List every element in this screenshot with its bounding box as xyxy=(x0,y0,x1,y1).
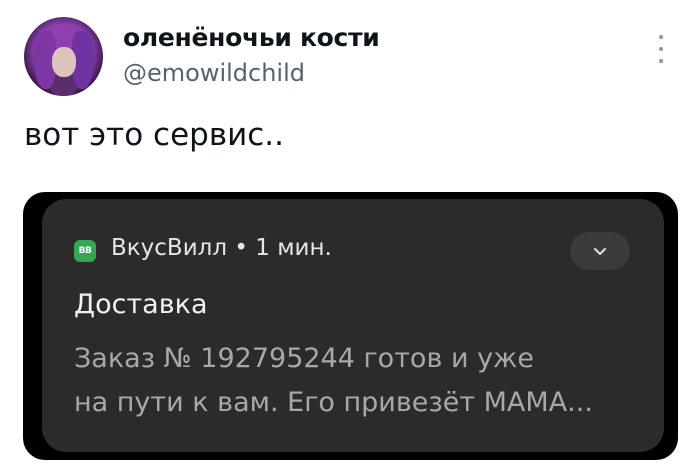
notification-time: 1 мин. xyxy=(255,235,332,261)
vkusvill-app-icon: ВВ xyxy=(74,240,96,262)
author-handle[interactable]: @emowildchild xyxy=(123,59,305,87)
chevron-down-icon xyxy=(594,247,606,255)
author-display-name[interactable]: оленёночьи кости xyxy=(123,23,380,52)
notification-app-line: ВкусВилл • 1 мин. xyxy=(111,235,332,261)
notification-body: Заказ № 192795244 готов и уже на пути к … xyxy=(74,337,644,425)
more-vertical-icon[interactable] xyxy=(655,35,667,63)
separator-dot: • xyxy=(234,235,248,261)
expand-button[interactable] xyxy=(570,232,630,270)
avatar-face xyxy=(52,47,76,77)
tweet-text: вот это сервис.. xyxy=(24,117,285,153)
more-dot xyxy=(659,47,663,51)
tweet-media-screenshot[interactable]: ВВ ВкусВилл • 1 мин. Доставка Заказ № 19… xyxy=(23,192,678,460)
notification-title: Доставка xyxy=(74,289,208,320)
notification-body-line: на пути к вам. Его привезёт МАМА... xyxy=(74,387,593,418)
more-dot xyxy=(659,35,663,39)
app-badge-text: ВВ xyxy=(78,246,92,256)
more-dot xyxy=(659,59,663,63)
app-name: ВкусВилл xyxy=(111,235,228,261)
avatar[interactable] xyxy=(24,17,103,96)
notification-card: ВВ ВкусВилл • 1 мин. Доставка Заказ № 19… xyxy=(42,199,664,452)
notification-body-line: Заказ № 192795244 готов и уже xyxy=(74,343,534,374)
